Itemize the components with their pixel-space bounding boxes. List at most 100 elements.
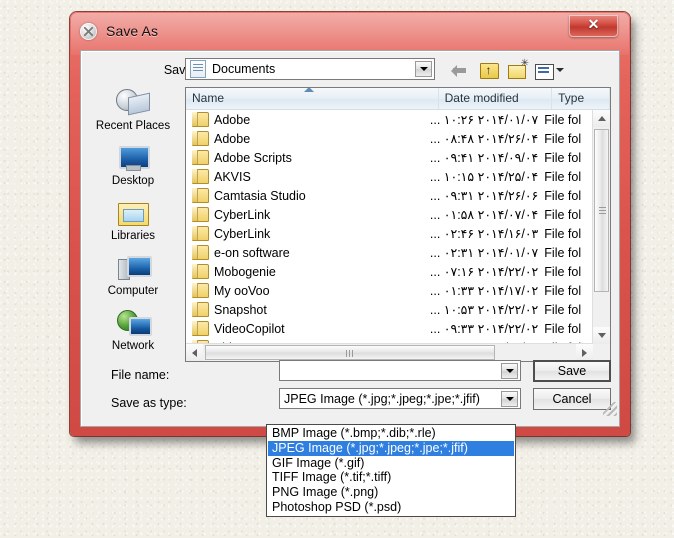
cancel-button[interactable]: Cancel [533, 388, 611, 410]
title-bar: Save As ✕ [70, 12, 630, 50]
place-computer[interactable]: Computer [87, 252, 179, 306]
date-modified-cell: ۲۰۱۴/۲۲/۰۲ ۰۷:۱۶ ... [429, 265, 539, 279]
dropdown-option[interactable]: JPEG Image (*.jpg;*.jpeg;*.jpe;*.jfif) [268, 440, 514, 456]
file-name-cell: e-on software [186, 245, 424, 260]
file-name-text: CyberLink [214, 207, 271, 222]
save-as-type-label: Save as type: [111, 396, 187, 410]
file-name-cell: VideoCopilot [186, 321, 424, 336]
table-row[interactable]: Camtasia Studio ۲۰۱۴/۲۶/۰۶ ۰۹:۳۱ ... File … [186, 186, 593, 205]
folder-icon [192, 321, 209, 336]
save-in-combobox[interactable]: Documents [185, 58, 435, 80]
scroll-left-button[interactable] [186, 344, 203, 361]
folder-icon [192, 169, 209, 184]
date-modified-cell: ۲۰۱۴/۱۷/۰۲ ۰۱:۳۳ ... [429, 284, 539, 298]
table-row[interactable]: Adobe ۲۰۱۴/۲۶/۰۴ ۰۸:۴۸ ... File fol [186, 129, 593, 148]
dropdown-option[interactable]: PNG Image (*.png) [268, 485, 514, 500]
type-cell: File fol [544, 264, 582, 279]
dropdown-option[interactable]: Photoshop PSD (*.psd) [268, 500, 514, 515]
up-one-level-icon[interactable] [479, 60, 499, 80]
dropdown-option[interactable]: TIFF Image (*.tif;*.tiff) [268, 470, 514, 485]
sort-ascending-icon [304, 88, 314, 92]
chevron-right-icon [582, 348, 587, 357]
file-name-input[interactable] [279, 360, 521, 381]
folder-icon [192, 131, 209, 146]
type-cell: File fol [544, 112, 582, 127]
app-icon [80, 22, 97, 40]
file-name-cell: Adobe [186, 112, 424, 127]
folder-icon [192, 112, 209, 127]
file-name-text: CyberLink [214, 226, 271, 241]
scroll-down-button[interactable] [593, 327, 610, 344]
folder-icon [192, 264, 209, 279]
navigation-toolbar [451, 57, 564, 83]
save-in-dropdown-button[interactable] [415, 61, 432, 77]
chevron-down-icon [597, 333, 606, 338]
views-icon[interactable] [535, 60, 564, 80]
file-name-text: Adobe [214, 112, 251, 127]
back-arrow-icon[interactable] [451, 60, 471, 80]
table-row[interactable]: e-on software ۲۰۱۴/۰۱/۰۷ ۰۲:۳۱ ... File fo… [186, 243, 593, 262]
dropdown-option[interactable]: GIF Image (*.gif) [268, 456, 514, 471]
desktop-icon [116, 142, 150, 174]
column-header-type[interactable]: Type [552, 88, 610, 109]
file-name-text: Adobe Scripts [214, 150, 292, 165]
file-name-text: Snapshot [214, 302, 267, 317]
date-modified-cell: ۲۰۱۴/۲۵/۰۴ ۱۰:۱۵ ... [429, 170, 539, 184]
table-row[interactable]: CyberLink ۲۰۱۴/۰۷/۰۴ ۰۱:۵۸ ... File fol [186, 205, 593, 224]
save-as-type-value: JPEG Image (*.jpg;*.jpeg;*.jpe;*.jfif) [284, 391, 480, 406]
scrollbar-corner [593, 344, 610, 361]
type-cell: File fol [544, 283, 582, 298]
type-cell: File fol [544, 131, 582, 146]
close-button[interactable]: ✕ [569, 15, 618, 37]
chevron-down-icon[interactable] [556, 68, 564, 72]
type-cell: File fol [544, 226, 582, 241]
file-name-text: My ooVoo [214, 283, 270, 298]
file-name-dropdown-button[interactable] [501, 363, 518, 379]
save-as-type-combobox[interactable]: JPEG Image (*.jpg;*.jpeg;*.jpe;*.jfif) [279, 388, 521, 409]
place-label: Computer [107, 285, 159, 297]
folder-icon [192, 207, 209, 222]
type-cell: File fol [544, 169, 582, 184]
column-header-date-modified[interactable]: Date modified [439, 88, 553, 109]
scroll-right-button[interactable] [576, 344, 593, 361]
folder-icon [192, 226, 209, 241]
table-row[interactable]: Adobe ۲۰۱۴/۰۱/۰۷ ۱۰:۲۶ ... File fol [186, 110, 593, 129]
file-name-text: VideoCopilot [214, 321, 285, 336]
resize-grip[interactable] [603, 402, 617, 416]
save-button[interactable]: Save [533, 360, 611, 382]
table-row[interactable]: Mobogenie ۲۰۱۴/۲۲/۰۲ ۰۷:۱۶ ... File fol [186, 262, 593, 281]
place-libraries[interactable]: Libraries [87, 197, 179, 251]
save-as-type-dropdown-button[interactable] [501, 391, 518, 407]
date-modified-cell: ۲۰۱۴/۲۲/۰۲ ۰۹:۳۳ ... [429, 322, 539, 336]
date-modified-cell: ۲۰۱۴/۰۱/۰۷ ۱۰:۲۶ ... [429, 113, 539, 127]
file-name-text: Camtasia Studio [214, 188, 306, 203]
chevron-up-icon [597, 116, 606, 121]
table-row[interactable]: My ooVoo ۲۰۱۴/۱۷/۰۲ ۰۱:۳۳ ... File fol [186, 281, 593, 300]
file-list-header: Name Date modified Type [186, 88, 610, 110]
place-recent-places[interactable]: Recent Places [87, 87, 179, 141]
window-title: Save As [106, 23, 159, 39]
table-row[interactable]: AKVIS ۲۰۱۴/۲۵/۰۴ ۱۰:۱۵ ... File fol [186, 167, 593, 186]
vertical-scrollbar-thumb[interactable] [594, 129, 609, 292]
chevron-left-icon [192, 348, 197, 357]
place-desktop[interactable]: Desktop [87, 142, 179, 196]
save-in-row: Save in: Documents [81, 57, 619, 83]
table-row[interactable]: VideoCopilot ۲۰۱۴/۲۲/۰۲ ۰۹:۳۳ ... File fol [186, 319, 593, 338]
folder-icon [192, 283, 209, 298]
type-cell: File fol [544, 302, 582, 317]
table-row[interactable]: Adobe Scripts ۲۰۱۴/۰۹/۰۴ ۰۹:۴۱ ... File fo… [186, 148, 593, 167]
place-network[interactable]: Network [87, 307, 179, 361]
documents-folder-icon [190, 60, 206, 78]
table-row[interactable]: Snapshot ۲۰۱۴/۲۲/۰۲ ۱۰:۵۳ ... File fol [186, 300, 593, 319]
vertical-scrollbar[interactable] [592, 110, 610, 344]
horizontal-scrollbar[interactable] [186, 343, 593, 361]
folder-icon [192, 150, 209, 165]
horizontal-scrollbar-thumb[interactable] [205, 345, 495, 360]
places-bar: Recent Places Desktop Libraries Computer… [87, 87, 179, 362]
dropdown-option[interactable]: BMP Image (*.bmp;*.dib;*.rle) [268, 426, 514, 441]
file-name-cell: AKVIS [186, 169, 424, 184]
new-folder-icon[interactable] [507, 58, 529, 80]
scroll-up-button[interactable] [593, 110, 610, 127]
table-row[interactable]: CyberLink ۲۰۱۴/۱۶/۰۳ ۰۲:۴۶ ... File fol [186, 224, 593, 243]
save-as-type-dropdown-list[interactable]: BMP Image (*.bmp;*.dib;*.rle) JPEG Image … [266, 424, 516, 517]
